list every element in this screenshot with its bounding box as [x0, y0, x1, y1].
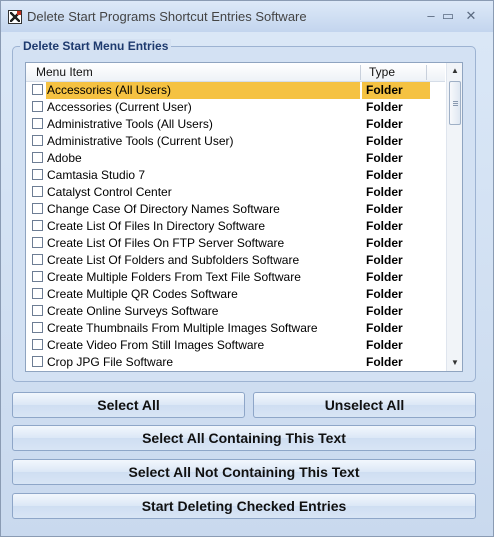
list-item[interactable]: Adobe Folder	[26, 150, 445, 167]
list-item[interactable]: Catalyst Control Center Folder	[26, 184, 445, 201]
item-type: Folder	[366, 321, 403, 335]
item-checkbox[interactable]	[32, 220, 43, 231]
item-checkbox[interactable]	[32, 339, 43, 350]
list-item[interactable]: Accessories (All Users) Folder	[26, 82, 445, 99]
list-item[interactable]: Camtasia Studio 7 Folder	[26, 167, 445, 184]
list-item[interactable]: Accessories (Current User) Folder	[26, 99, 445, 116]
item-type: Folder	[366, 202, 403, 216]
item-name: Administrative Tools (Current User)	[47, 134, 234, 148]
select-all-button[interactable]: Select All	[12, 392, 245, 418]
item-name: Create List Of Files On FTP Server Softw…	[47, 236, 285, 250]
title-bar[interactable]: Delete Start Programs Shortcut Entries S…	[1, 1, 493, 32]
item-type: Folder	[366, 134, 403, 148]
column-header-menu-item[interactable]: Menu Item	[36, 63, 93, 81]
group-label: Delete Start Menu Entries	[20, 39, 172, 53]
close-button[interactable]: ✕	[461, 7, 481, 25]
item-name: Create List Of Folders and Subfolders So…	[47, 253, 300, 267]
item-checkbox[interactable]	[32, 254, 43, 265]
window-title: Delete Start Programs Shortcut Entries S…	[27, 9, 307, 24]
list-item[interactable]: Administrative Tools (Current User) Folde…	[26, 133, 445, 150]
list-item[interactable]: Create List Of Files In Directory Softwa…	[26, 218, 445, 235]
item-type: Folder	[366, 83, 403, 97]
list-item[interactable]: Create List Of Folders and Subfolders So…	[26, 252, 445, 269]
list-item[interactable]: Create Multiple QR Codes Software Folder	[26, 286, 445, 303]
item-name: Camtasia Studio 7	[47, 168, 146, 182]
item-name: Crop JPG File Software	[47, 355, 174, 369]
item-name: Create Video From Still Images Software	[47, 338, 265, 352]
list-item[interactable]: Create Thumbnails From Multiple Images S…	[26, 320, 445, 337]
list-item[interactable]: Create Video From Still Images Software F…	[26, 337, 445, 354]
item-checkbox[interactable]	[32, 237, 43, 248]
item-checkbox[interactable]	[32, 84, 43, 95]
item-checkbox[interactable]	[32, 271, 43, 282]
list-item[interactable]: Change Case Of Directory Names Software F…	[26, 201, 445, 218]
item-type: Folder	[366, 270, 403, 284]
item-checkbox[interactable]	[32, 186, 43, 197]
item-type: Folder	[366, 355, 403, 369]
column-separator[interactable]	[360, 65, 361, 80]
item-checkbox[interactable]	[32, 305, 43, 316]
item-type: Folder	[366, 253, 403, 267]
main-window: Delete Start Programs Shortcut Entries S…	[0, 0, 494, 537]
item-checkbox[interactable]	[32, 101, 43, 112]
select-all-containing-button[interactable]: Select All Containing This Text	[12, 425, 476, 451]
item-type: Folder	[366, 100, 403, 114]
item-type: Folder	[366, 117, 403, 131]
list-item[interactable]: Create List Of Files On FTP Server Softw…	[26, 235, 445, 252]
list-item[interactable]: Administrative Tools (All Users) Folder	[26, 116, 445, 133]
item-type: Folder	[366, 304, 403, 318]
item-name: Create Online Surveys Software	[47, 304, 219, 318]
item-checkbox[interactable]	[32, 322, 43, 333]
item-type: Folder	[366, 168, 403, 182]
select-all-not-containing-button[interactable]: Select All Not Containing This Text	[12, 459, 476, 485]
item-name: Accessories (All Users)	[47, 83, 172, 97]
item-name: Create Multiple QR Codes Software	[47, 287, 238, 301]
item-name: Administrative Tools (All Users)	[47, 117, 213, 131]
item-type: Folder	[366, 236, 403, 250]
item-name: Catalyst Control Center	[47, 185, 172, 199]
item-name: Create Multiple Folders From Text File S…	[47, 270, 301, 284]
list-header: Menu Item Type	[26, 63, 445, 82]
item-name: Adobe	[47, 151, 82, 165]
scroll-thumb[interactable]	[449, 81, 461, 125]
scroll-up-arrow-icon[interactable]: ▲	[447, 63, 462, 79]
entries-list[interactable]: Menu Item Type Accessories (All Users) Fo…	[25, 62, 463, 372]
item-checkbox[interactable]	[32, 118, 43, 129]
item-name: Create Thumbnails From Multiple Images S…	[47, 321, 318, 335]
item-checkbox[interactable]	[32, 288, 43, 299]
list-item[interactable]: Create Online Surveys Software Folder	[26, 303, 445, 320]
scroll-down-arrow-icon[interactable]: ▼	[447, 355, 462, 371]
item-type: Folder	[366, 287, 403, 301]
item-checkbox[interactable]	[32, 152, 43, 163]
item-name: Accessories (Current User)	[47, 100, 192, 114]
item-type: Folder	[366, 185, 403, 199]
app-icon[interactable]	[8, 10, 22, 24]
item-name: Change Case Of Directory Names Software	[47, 202, 280, 216]
item-checkbox[interactable]	[32, 169, 43, 180]
item-checkbox[interactable]	[32, 356, 43, 367]
start-deleting-button[interactable]: Start Deleting Checked Entries	[12, 493, 476, 519]
vertical-scrollbar[interactable]: ▲ ▼	[446, 63, 462, 371]
item-type: Folder	[366, 151, 403, 165]
column-header-type[interactable]: Type	[369, 63, 395, 81]
list-item[interactable]: Create Multiple Folders From Text File S…	[26, 269, 445, 286]
item-type: Folder	[366, 338, 403, 352]
list-item[interactable]: Crop JPG File Software Folder	[26, 354, 445, 371]
column-separator[interactable]	[426, 65, 427, 80]
item-type: Folder	[366, 219, 403, 233]
item-checkbox[interactable]	[32, 203, 43, 214]
item-checkbox[interactable]	[32, 135, 43, 146]
unselect-all-button[interactable]: Unselect All	[253, 392, 476, 418]
maximize-button[interactable]: ▭	[438, 7, 458, 25]
item-name: Create List Of Files In Directory Softwa…	[47, 219, 266, 233]
